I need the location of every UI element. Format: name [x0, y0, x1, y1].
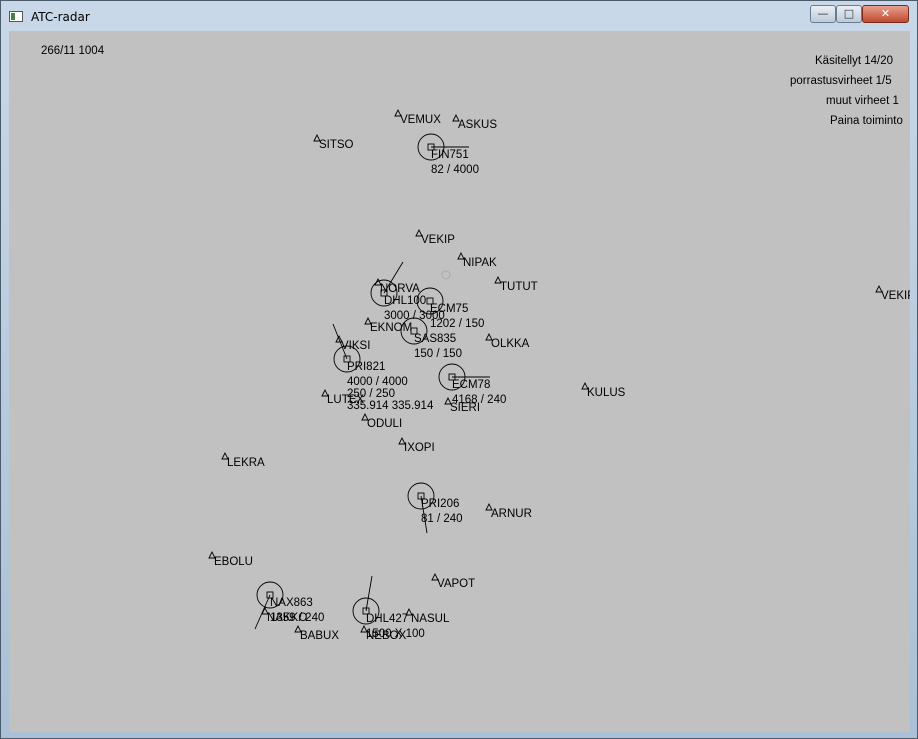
waypoint-label: VEKIP	[881, 290, 910, 302]
velocity-vector	[365, 575, 373, 612]
aircraft-altitude-speed: 82 / 4000	[431, 164, 479, 176]
aircraft-nax863[interactable]: NAX863 1359 / 240	[254, 581, 324, 630]
aircraft-callsign: ECM75	[430, 303, 468, 315]
radar-canvas[interactable]: 266/11 1004 Käsitellyt 14/20 porrastusvi…	[9, 31, 910, 732]
waypoint-vemux: VEMUX	[394, 108, 441, 126]
radar-screen[interactable]: 266/11 1004 Käsitellyt 14/20 porrastusvi…	[9, 31, 910, 732]
close-button[interactable]: ✕	[862, 5, 909, 23]
waypoint-askus: ASKUS	[452, 113, 497, 131]
beacon-marker	[441, 270, 451, 280]
aircraft-pri206[interactable]: PRI206 81 / 240	[407, 482, 463, 534]
waypoint-label: VEKIP	[421, 234, 455, 246]
aircraft-callsign: DHL100	[384, 295, 426, 307]
waypoint-oduli: ODULI	[361, 412, 402, 430]
waypoint-label: TUTUT	[500, 281, 538, 293]
maximize-button[interactable]: □	[836, 5, 862, 23]
app-icon	[9, 11, 23, 22]
waypoint-sitso: SITSO	[313, 133, 354, 151]
aircraft-altitude-speed: 4168 / 240	[452, 394, 506, 406]
waypoint-label: ODULI	[367, 418, 402, 430]
other-errors: muut virheet 1	[826, 95, 899, 107]
clock-readout: 266/11 1004	[41, 45, 105, 57]
aircraft-callsign: FIN751	[431, 149, 469, 161]
waypoint-label: VAPOT	[437, 578, 475, 590]
aircraft-ecm75[interactable]: ECM75 1202 / 150	[416, 287, 484, 330]
waypoint-arnur: ARNUR	[485, 502, 532, 520]
aircraft-dhl427[interactable]: DHL427 1500 X 100	[352, 575, 425, 640]
waypoint-nipak: NIPAK	[457, 251, 497, 269]
aircraft-altitude-speed: 81 / 240	[421, 513, 463, 525]
waypoint-label: LEKRA	[227, 457, 265, 469]
waypoint-label: ARNUR	[491, 508, 532, 520]
aircraft-callsign: PRI206	[421, 498, 459, 510]
waypoint-vekip: VEKIP	[415, 228, 455, 246]
aircraft-callsign: SAS835	[414, 333, 456, 345]
action-prompt: Paina toiminto	[830, 115, 903, 127]
aircraft-callsign: ECM78	[452, 379, 490, 391]
aircraft-altitude-speed: 150 / 150	[414, 348, 462, 360]
aircraft-speed-line: 250 / 250	[347, 388, 395, 400]
app-window: ATC-radar — □ ✕ 266/11 1004 Käsitellyt 1…	[0, 0, 918, 739]
aircraft-altitude-speed: 4000 / 4000	[347, 376, 408, 388]
waypoint-vekip: VEKIP	[875, 284, 910, 302]
aircraft-callsign: NAX863	[270, 597, 313, 609]
waypoint-ixopi: IXOPI	[398, 436, 435, 454]
waypoint-layer: VEMUX ASKUS SITSO VEKIP NIPAKTUTUT NORVA EKNOM…	[208, 108, 910, 642]
waypoint-nasul: NASUL	[405, 607, 450, 625]
waypoint-label: EBOLU	[214, 556, 253, 568]
waypoint-label: SITSO	[319, 139, 354, 151]
aircraft-callsign: DHL427	[366, 613, 408, 625]
handled-count: Käsitellyt 14/20	[815, 55, 893, 67]
waypoint-tutut: TUTUT	[494, 275, 538, 293]
waypoint-label: NASUL	[411, 613, 450, 625]
aircraft-layer: FIN75182 / 4000DHL1003000 / 3000ECM75120…	[254, 133, 506, 640]
waypoint-ebolu: EBOLU	[208, 550, 253, 568]
waypoint-label: KULUS	[587, 387, 626, 399]
waypoint-lekra: LEKRA	[221, 451, 265, 469]
aircraft-altitude-speed: 1500 X 100	[366, 628, 425, 640]
waypoint-label: NIPAK	[463, 257, 497, 269]
aircraft-callsign: PRI821	[347, 361, 385, 373]
title-bar[interactable]: ATC-radar — □ ✕	[1, 1, 917, 31]
aircraft-heading-line: 335.914 335.914	[347, 400, 434, 412]
minimize-button[interactable]: —	[810, 5, 836, 23]
waypoint-label: VEMUX	[400, 114, 441, 126]
waypoint-label: ASKUS	[458, 119, 497, 131]
aircraft-altitude-speed: 1359 / 240	[270, 612, 324, 624]
waypoint-olkka: OLKKA	[485, 332, 530, 350]
separation-errors: porrastusvirheet 1/5	[790, 75, 892, 87]
waypoint-kulus: KULUS	[581, 381, 626, 399]
aircraft-fin751[interactable]: FIN751 82 / 4000	[417, 133, 479, 176]
waypoint-norva: NORVA	[374, 277, 420, 295]
waypoint-label: EKNOM	[370, 322, 412, 334]
waypoint-label: BABUX	[300, 630, 339, 642]
waypoint-label: OLKKA	[491, 338, 530, 350]
window-title: ATC-radar	[31, 10, 90, 24]
waypoint-babux: BABUX	[294, 624, 339, 642]
aircraft-altitude-speed: 1202 / 150	[430, 318, 484, 330]
waypoint-vapot: VAPOT	[431, 572, 475, 590]
waypoint-label: IXOPI	[404, 442, 435, 454]
